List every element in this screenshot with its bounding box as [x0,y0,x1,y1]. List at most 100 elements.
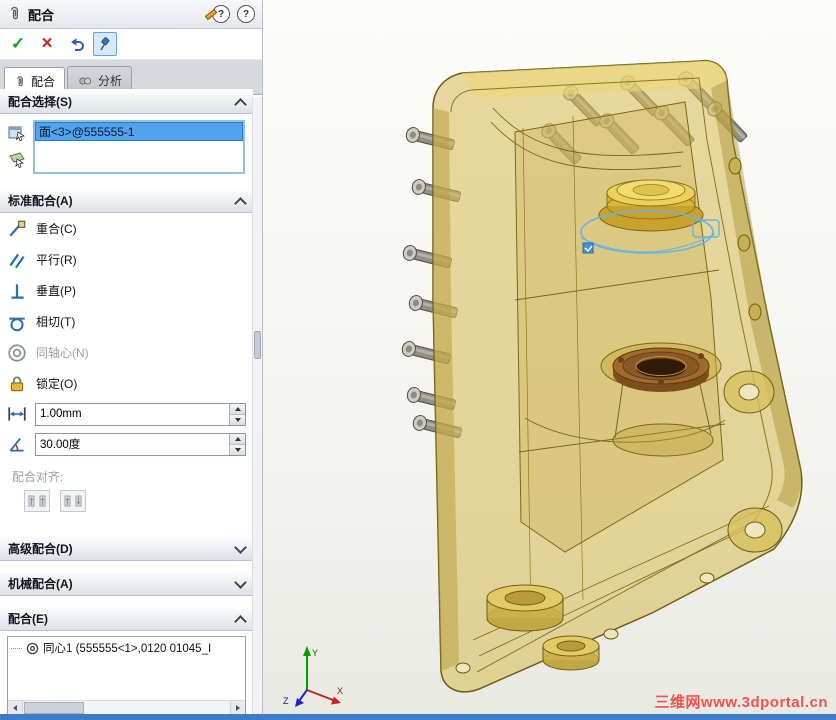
panel-vertical-scrollbar[interactable] [252,97,262,714]
mates-listbox[interactable]: 同心1 (555555<1>,0120 01045_I [7,636,246,714]
selected-face-item[interactable]: 面<3>@555555-1 [35,122,243,141]
distance-mate-row [0,399,253,429]
spinner-up-button[interactable] [230,433,245,445]
keep-visible-pin-button[interactable] [93,32,117,56]
mate-tangent-button[interactable]: 相切(T) [0,306,253,337]
angle-spinner [229,433,245,455]
scroll-left-arrow[interactable] [8,701,23,714]
spinner-down-button[interactable] [230,414,245,425]
section-header-mate-selections[interactable]: 配合选择(S) [0,89,253,114]
angle-field [35,432,246,456]
mate-concentric-button: 同轴心(N) [0,337,253,368]
ok-button[interactable]: ✓ [6,32,30,56]
triangle-left-icon [13,705,17,711]
parallel-icon [9,253,25,268]
triangle-up-icon [234,406,241,411]
panel-title: 配合 [28,7,55,23]
concentric-mate-icon [26,642,39,654]
panel-header: 配合 ? ? [0,0,262,29]
help-glyph: ? [217,8,225,20]
mates-horizontal-scrollbar[interactable] [8,700,245,714]
section-header-mechanical-mates[interactable]: 机械配合(A) [0,571,253,596]
angle-mate-row [0,429,253,459]
mate-label: 锁定(O) [36,377,78,391]
header-help-group: ? ? [204,5,255,23]
triangle-up-icon [234,436,241,441]
triangle-down-icon [234,417,241,422]
section-title: 标准配合(A) [8,194,73,208]
mate-label: 相切(T) [36,315,76,329]
mate-label: 平行(R) [36,253,77,267]
mate-property-manager: 配合 ? ? ✓ × 配合 分析 配合选择(S) 面<3>@555555-1 标… [0,0,263,714]
pencil-overlay-icon [204,8,218,21]
mate-alignment-buttons [0,487,253,526]
watermark-text: 三维网www.3dportal.cn [654,694,828,711]
aligned-icon [28,495,46,507]
mate-label: 垂直(P) [36,284,76,298]
section-header-advanced-mates[interactable]: 高级配合(D) [0,536,253,561]
coordinate-triad: Y X Z [283,646,343,707]
mate-perpendicular-button[interactable]: 垂直(P) [0,275,253,306]
selection-filter-icons [3,120,30,174]
gold-cap[interactable] [598,179,704,232]
concentric-icon [8,343,26,362]
tangent-icon [9,317,25,331]
horizontal-scroll-thumb[interactable] [24,702,84,714]
help-glyph: ? [242,8,250,20]
chevron-up-icon [234,614,247,628]
mate-tree-item[interactable]: 同心1 (555555<1>,0120 01045_I [8,637,245,656]
analysis-gears-icon [79,77,92,84]
mate-alignment-label: 配合对齐: [12,470,64,484]
undo-button[interactable] [64,32,88,56]
mate-label: 重合(C) [36,222,77,236]
mate-item-label: 同心1 (555555<1>,0120 01045_I [43,643,212,655]
section-header-standard-mates[interactable]: 标准配合(A) [0,188,253,213]
entities-to-mate-icon [8,126,26,142]
mate-selection-area: 面<3>@555555-1 [0,114,253,188]
bottom-status-strip [0,714,836,720]
face-selection-icon [8,152,25,168]
angle-icon [9,437,24,452]
triad-z-label: Z [283,696,289,706]
spinner-up-button[interactable] [230,403,245,415]
solidworks-window: 配合 ? ? ✓ × 配合 分析 配合选择(S) 面<3>@555555-1 标… [0,0,836,720]
mate-paperclip-icon [17,75,23,86]
mate-selection-listbox[interactable]: 面<3>@555555-1 [33,120,245,174]
section-title: 配合选择(S) [8,95,72,109]
3d-model-assembly[interactable] [263,0,836,714]
mate-coincident-button[interactable]: 重合(C) [0,213,253,244]
distance-icon [8,407,26,421]
cancel-button[interactable]: × [35,32,59,56]
panel-action-bar: ✓ × [0,29,262,60]
help-pencil-icon[interactable]: ? [204,5,230,23]
section-title: 高级配合(D) [8,542,73,556]
mate-paperclip-icon [11,6,18,20]
mate-label: 同轴心(N) [36,346,89,360]
undo-arrow-icon [71,38,84,51]
tab-label: 分析 [98,74,123,88]
panel-body: 配合选择(S) 面<3>@555555-1 标准配合(A) 重合(C) 平行(R… [0,89,253,714]
scroll-right-arrow[interactable] [230,701,245,714]
section-title: 配合(E) [8,612,48,626]
anti-aligned-button [60,490,86,512]
mate-parallel-button[interactable]: 平行(R) [0,244,253,275]
distance-field [35,402,246,426]
angle-input[interactable] [36,433,229,455]
graphics-viewport[interactable]: Y X Z 三维网www.3dportal.cn [263,0,836,714]
chevron-down-icon [234,540,247,554]
vertical-scroll-thumb[interactable] [254,331,261,359]
help-icon[interactable]: ? [237,5,255,23]
pushpin-icon [100,37,110,51]
distance-spinner [229,403,245,425]
lock-icon [10,376,24,391]
mate-lock-button[interactable]: 锁定(O) [0,368,253,399]
distance-input[interactable] [36,403,229,425]
chevron-up-icon [234,97,247,111]
spinner-down-button[interactable] [230,444,245,455]
tab-label: 配合 [31,75,56,89]
section-header-mates[interactable]: 配合(E) [0,606,253,631]
anti-aligned-icon [64,495,82,507]
triangle-right-icon [236,705,240,711]
tree-branch-line [11,647,22,649]
triad-y-label: Y [312,648,318,658]
